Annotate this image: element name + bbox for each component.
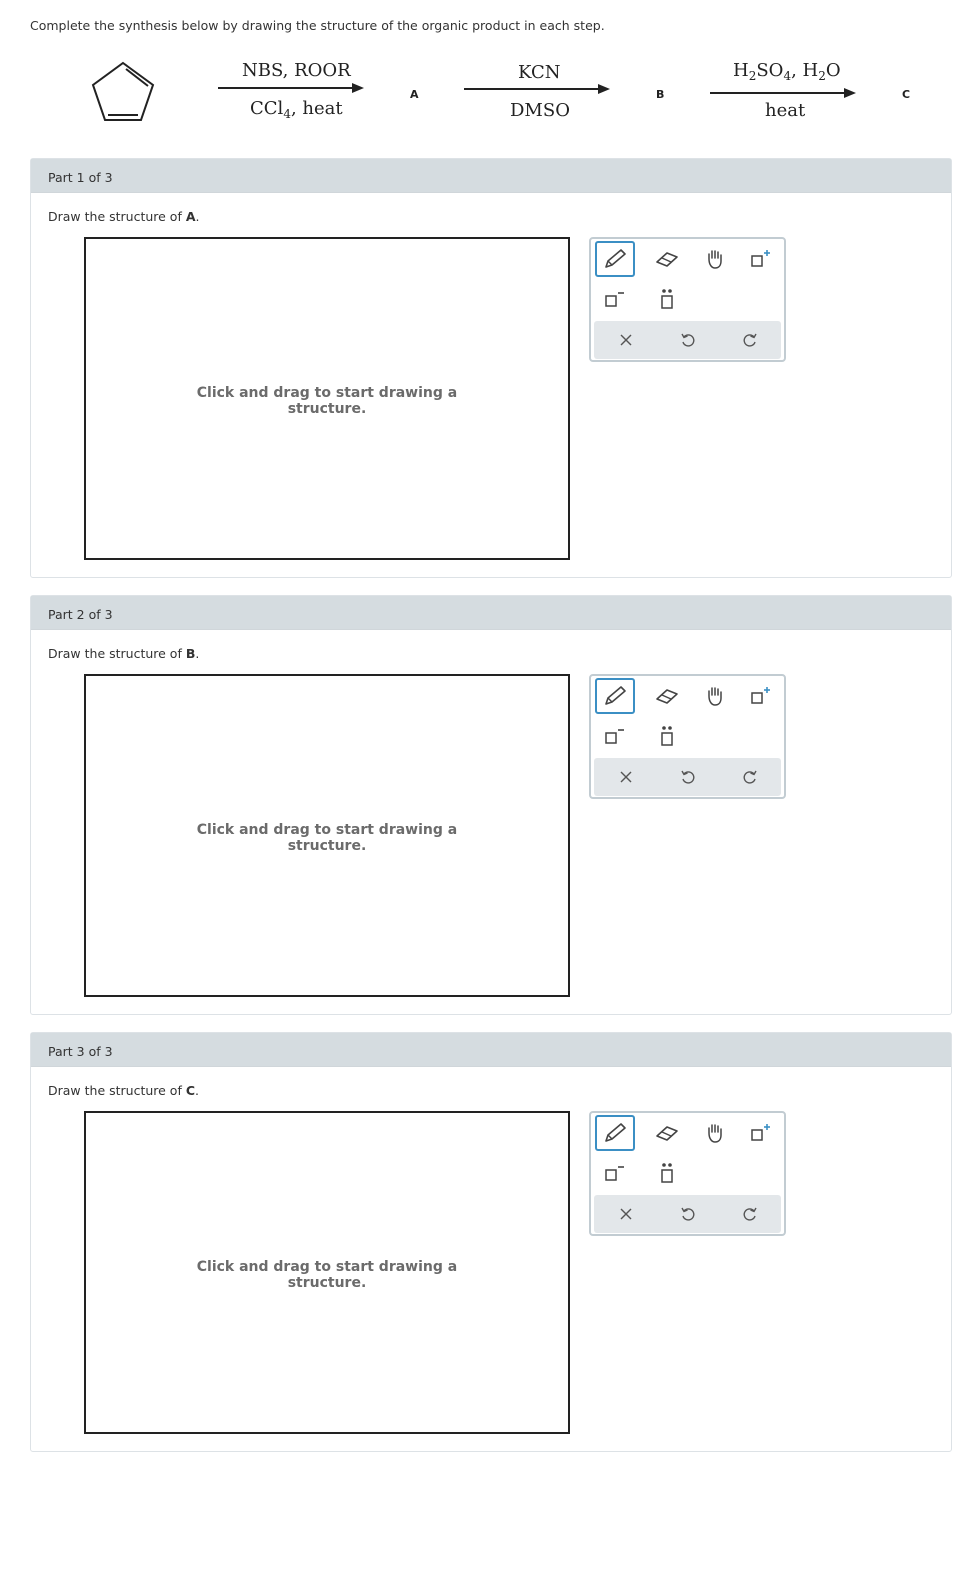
clear-tool-button[interactable] (606, 322, 646, 358)
add-charge-tool-button[interactable] (741, 1115, 781, 1151)
eraser-tool-button[interactable] (647, 241, 687, 277)
step2-reagent-below: DMSO (510, 100, 570, 121)
lone-pair-tool-button[interactable] (647, 718, 687, 754)
eraser-icon (654, 686, 680, 706)
add-charge-icon (749, 248, 773, 270)
undo-tool-button[interactable] (668, 322, 708, 358)
lone-pair-icon (657, 1161, 677, 1185)
part-header: Part 1 of 3 (31, 159, 951, 193)
eraser-icon (654, 249, 680, 269)
step2-arrow (464, 84, 610, 94)
step1-arrow (218, 83, 364, 93)
part-header: Part 3 of 3 (31, 1033, 951, 1067)
subtract-charge-icon (603, 725, 627, 747)
eraser-icon (654, 1123, 680, 1143)
canvas-hint: Click and drag to start drawing a structu… (196, 385, 458, 417)
part-prompt: Draw the structure of A. (48, 209, 200, 224)
pencil-tool-button[interactable] (595, 1115, 635, 1151)
pencil-icon (602, 1122, 628, 1144)
part-3-panel: Part 3 of 3 Draw the structure of C. Cli… (30, 1032, 952, 1452)
step3-reagent-below: heat (765, 100, 806, 121)
canvas-hint: Click and drag to start drawing a structu… (196, 1259, 458, 1291)
redo-tool-button[interactable] (730, 1196, 770, 1232)
undo-icon (680, 769, 696, 785)
clear-icon (618, 332, 634, 348)
canvas-hint: Click and drag to start drawing a structu… (196, 822, 458, 854)
hand-tool-button[interactable] (695, 678, 735, 714)
undo-icon (680, 332, 696, 348)
step1-reagent-below: CCl4, heat (250, 98, 343, 121)
cyclopentene-structure (91, 61, 155, 121)
drawing-toolbar (589, 237, 786, 362)
subtract-charge-tool-button[interactable] (595, 718, 635, 754)
clear-icon (618, 769, 634, 785)
clear-tool-button[interactable] (606, 1196, 646, 1232)
undo-tool-button[interactable] (668, 759, 708, 795)
drawing-canvas[interactable]: Click and drag to start drawing a structu… (84, 674, 570, 997)
undo-icon (680, 1206, 696, 1222)
add-charge-icon (749, 1122, 773, 1144)
hand-tool-button[interactable] (695, 241, 735, 277)
redo-tool-button[interactable] (730, 322, 770, 358)
pencil-icon (602, 685, 628, 707)
subtract-charge-icon (603, 288, 627, 310)
reaction-scheme: NBS, ROOR CCl4, heat A KCN DMSO B H2SO4,… (0, 50, 968, 140)
pencil-tool-button[interactable] (595, 678, 635, 714)
subtract-charge-icon (603, 1162, 627, 1184)
step2-reagent-above: KCN (518, 62, 561, 83)
drawing-canvas[interactable]: Click and drag to start drawing a structu… (84, 1111, 570, 1434)
part-2-panel: Part 2 of 3 Draw the structure of B. Cli… (30, 595, 952, 1015)
redo-tool-button[interactable] (730, 759, 770, 795)
undo-tool-button[interactable] (668, 1196, 708, 1232)
hand-tool-button[interactable] (695, 1115, 735, 1151)
add-charge-tool-button[interactable] (741, 678, 781, 714)
hand-icon (704, 248, 726, 270)
subtract-charge-tool-button[interactable] (595, 1155, 635, 1191)
product-a-label: A (410, 88, 419, 101)
product-c-label: C (902, 88, 911, 101)
lone-pair-tool-button[interactable] (647, 1155, 687, 1191)
instructions-text: Complete the synthesis below by drawing … (30, 18, 605, 33)
drawing-toolbar (589, 674, 786, 799)
eraser-tool-button[interactable] (647, 678, 687, 714)
part-header: Part 2 of 3 (31, 596, 951, 630)
product-b-label: B (656, 88, 665, 101)
part-prompt: Draw the structure of C. (48, 1083, 200, 1098)
add-charge-icon (749, 685, 773, 707)
redo-icon (742, 769, 758, 785)
drawing-toolbar (589, 1111, 786, 1236)
redo-icon (742, 332, 758, 348)
redo-icon (742, 1206, 758, 1222)
step1-reagent-above: NBS, ROOR (242, 60, 351, 81)
add-charge-tool-button[interactable] (741, 241, 781, 277)
subtract-charge-tool-button[interactable] (595, 281, 635, 317)
lone-pair-tool-button[interactable] (647, 281, 687, 317)
clear-icon (618, 1206, 634, 1222)
clear-tool-button[interactable] (606, 759, 646, 795)
hand-icon (704, 685, 726, 707)
step3-arrow (710, 88, 856, 98)
drawing-canvas[interactable]: Click and drag to start drawing a structu… (84, 237, 570, 560)
part-1-panel: Part 1 of 3 Draw the structure of A. Cli… (30, 158, 952, 578)
pencil-tool-button[interactable] (595, 241, 635, 277)
pencil-icon (602, 248, 628, 270)
hand-icon (704, 1122, 726, 1144)
part-prompt: Draw the structure of B. (48, 646, 200, 661)
step3-reagent-above: H2SO4, H2O (733, 60, 841, 83)
eraser-tool-button[interactable] (647, 1115, 687, 1151)
lone-pair-icon (657, 287, 677, 311)
lone-pair-icon (657, 724, 677, 748)
